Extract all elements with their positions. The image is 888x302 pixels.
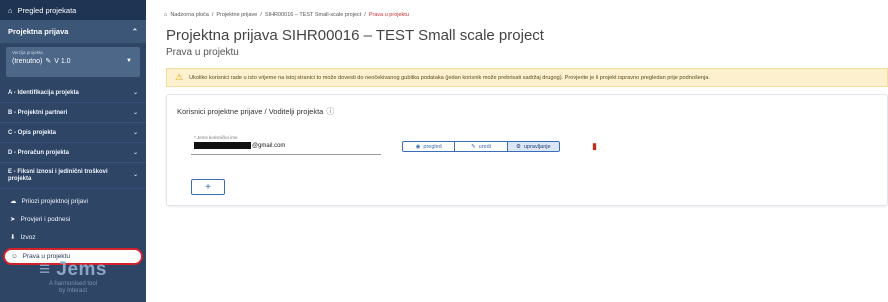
eye-icon: ◉ (415, 143, 421, 150)
logo-mark-icon: ≡ (39, 259, 51, 280)
main-content: ⌂ Nadzorna ploča / Projektne prijave / S… (146, 0, 888, 302)
sidebar: ⌂ Pregled projekata Projektna prijava ⌃ … (0, 0, 146, 302)
sidebar-overview-link[interactable]: ⌂ Pregled projekata (0, 0, 146, 20)
breadcrumb-separator: / (260, 12, 262, 18)
sidebar-overview-label: Pregled projekata (17, 5, 77, 15)
logo-tagline-2: by Interact (58, 288, 87, 294)
sidebar-item-label: A - Identifikacija projekta (8, 89, 79, 96)
redacted-block (194, 142, 251, 149)
home-icon: ⌂ (8, 5, 13, 15)
warning-icon: ⚠ (175, 72, 184, 82)
sidebar-link-check-submit[interactable]: ➤ Provjeri i podnesi (0, 210, 146, 228)
privileges-card: Korisnici projektne prijave / Voditelji … (166, 94, 888, 206)
chevron-down-icon: ⌄ (132, 110, 138, 116)
alert-text: Ukoliko korisnici rade u isto vrijeme na… (189, 74, 710, 81)
chevron-down-icon: ▼ (126, 58, 132, 64)
permission-view-button[interactable]: ◉ pregled (403, 142, 456, 151)
app-window: ⌂ Pregled projekata Projektna prijava ⌃ … (0, 0, 888, 302)
sidebar-item-budget[interactable]: D - Proračun projekta ⌄ (0, 143, 146, 163)
version-label: Verzija projekta (12, 50, 43, 55)
version-number: V 1.0 (54, 57, 71, 65)
sidebar-item-label: D - Proračun projekta (8, 149, 70, 156)
chevron-up-icon: ⌃ (131, 27, 138, 36)
breadcrumb-separator: / (211, 12, 214, 18)
permission-view-label: pregled (423, 143, 442, 150)
permission-manage-button[interactable]: ⚙ upravljanje (507, 142, 559, 151)
sidebar-link-label: Provjeri i podnesi (20, 215, 71, 223)
sidebar-link-export[interactable]: ⬇ Izvoz (0, 228, 146, 246)
chevron-down-icon: ⌄ (132, 172, 138, 178)
breadcrumb-item-applications[interactable]: Projektne prijave (216, 12, 257, 18)
sidebar-item-label: C - Opis projekta (8, 129, 57, 136)
warning-alert: ⚠ Ukoliko korisnici rade u isto vrijeme … (166, 68, 888, 87)
breadcrumb-separator: / (364, 12, 366, 18)
version-select[interactable]: Verzija projekta (trenutno) ✎ V 1.0 ▼ (6, 47, 140, 77)
sidebar-link-label: Prilozi projektnoj prijavi (21, 197, 88, 205)
send-icon: ➤ (10, 216, 16, 223)
sidebar-item-label: E - Fiksni iznosi i jedinični troškovi p… (8, 168, 108, 182)
chevron-down-icon: ⌄ (132, 150, 138, 156)
sidebar-section-header[interactable]: Projektna prijava ⌃ (0, 20, 146, 43)
sidebar-item-label: B - Projektni partneri (8, 109, 68, 116)
chevron-down-icon: ⌄ (132, 130, 138, 136)
card-title-text: Korisnici projektne prijave / Voditelji … (177, 107, 324, 116)
attachment-icon: ☁ (10, 198, 17, 205)
download-icon: ⬇ (10, 234, 16, 241)
card-title: Korisnici projektne prijave / Voditelji … (177, 106, 334, 117)
breadcrumb-current: Prava u projektu (368, 12, 409, 18)
sidebar-item-identification[interactable]: A - Identifikacija projekta ⌄ (0, 83, 146, 103)
username-domain: @gmail.com (252, 142, 286, 149)
gear-icon: ⚙ (516, 143, 521, 150)
add-user-button[interactable]: + (191, 179, 225, 195)
breadcrumb-item-project[interactable]: SIHR00016 – TEST Small-scale project (265, 12, 361, 18)
logo-tagline-1: A harmonised tool (48, 281, 98, 287)
permission-edit-label: uredi (478, 143, 491, 150)
permission-manage-label: upravljanje (523, 143, 551, 150)
sidebar-section-label: Projektna prijava (8, 27, 69, 36)
logo-brand: Jems (56, 259, 107, 280)
sidebar-link-label: Izvoz (20, 233, 36, 241)
chevron-down-icon: ⌄ (132, 90, 138, 96)
pencil-icon: ✎ (471, 143, 476, 150)
sidebar-link-attachments[interactable]: ☁ Prilozi projektnoj prijavi (0, 192, 146, 210)
pencil-icon: ✎ (45, 58, 52, 65)
page-subtitle: Prava u projektu (166, 47, 239, 58)
username-label: * Jems korisničko ime (194, 135, 238, 140)
info-icon[interactable]: ⓘ (326, 106, 334, 117)
permission-toggle-group: ◉ pregled ✎ uredi ⚙ upravljanje (402, 141, 560, 152)
page-title: Projektna prijava SIHR00016 – TEST Small… (166, 27, 544, 44)
jems-logo: ≡ Jems A harmonised tool by Interact (0, 259, 146, 295)
home-icon[interactable]: ⌂ (164, 12, 167, 18)
version-value: (trenutno) (12, 57, 43, 65)
breadcrumb: ⌂ Nadzorna ploča / Projektne prijave / S… (164, 12, 409, 18)
sidebar-item-lump-sums[interactable]: E - Fiksni iznosi i jedinični troškovi p… (0, 163, 146, 189)
permission-edit-button[interactable]: ✎ uredi (455, 142, 508, 151)
username-value: @gmail.com (194, 142, 285, 149)
username-field[interactable]: * Jems korisničko ime @gmail.com (191, 133, 381, 155)
delete-icon[interactable]: ▮ (592, 141, 597, 152)
sidebar-item-description[interactable]: C - Opis projekta ⌄ (0, 123, 146, 143)
breadcrumb-item-dashboard[interactable]: Nadzorna ploča (170, 12, 209, 18)
sidebar-item-partners[interactable]: B - Projektni partneri ⌄ (0, 103, 146, 123)
